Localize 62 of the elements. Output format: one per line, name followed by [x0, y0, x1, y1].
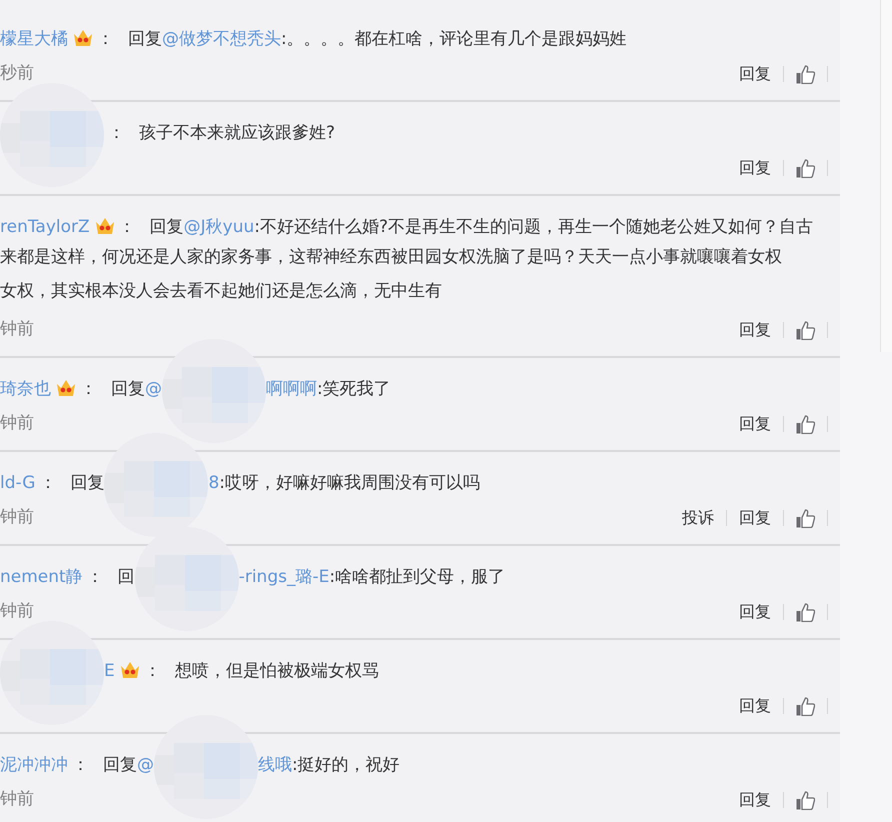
thumbs-up-icon[interactable] — [796, 508, 815, 528]
action-link[interactable]: 回复 — [739, 600, 771, 624]
username-link[interactable]: E — [104, 661, 115, 681]
timestamp: 秒前 — [0, 62, 34, 86]
comment-text: 回复 — [128, 29, 162, 49]
comment-text: 回复 — [150, 217, 184, 237]
timestamp: 钟前 — [0, 788, 34, 812]
thumbs-up-icon[interactable] — [796, 414, 815, 434]
comment-text: :不好还结什么婚?不是再生不生的问题，再生一个随她老公姓又如何？自古 — [254, 217, 814, 237]
comment-text: 回复 — [70, 473, 104, 493]
timestamp: 钟前 — [0, 600, 34, 624]
username-link[interactable]: renTaylorZ — [0, 217, 90, 237]
action-link[interactable]: 回复 — [739, 412, 771, 436]
colon-text: ： — [80, 379, 97, 399]
mention-link[interactable]: @ — [137, 755, 154, 775]
thumbs-up-icon[interactable] — [796, 320, 815, 340]
comment-text: 回复 — [111, 379, 145, 399]
colon-text: ： — [97, 29, 114, 49]
thumbs-up-icon[interactable] — [796, 158, 815, 178]
action-link[interactable]: 投诉 — [682, 506, 714, 530]
comment-text: :哎呀，好嘛好嘛我周围没有可以吗 — [219, 473, 480, 493]
colon-text: ： — [39, 473, 56, 493]
colon-text: ： — [118, 217, 136, 237]
action-link[interactable]: 回复 — [739, 318, 771, 342]
colon-text: ： — [86, 567, 104, 587]
timestamp: 钟前 — [0, 506, 34, 530]
mention-link[interactable]: 啊啊啊 — [266, 379, 317, 399]
action-link[interactable]: 回复 — [739, 62, 771, 86]
username-link[interactable]: 泥冲冲冲 — [0, 755, 68, 775]
mention-link[interactable]: @做梦不想秃头 — [162, 29, 281, 49]
thumbs-up-icon[interactable] — [796, 64, 815, 84]
action-link[interactable]: 回复 — [739, 788, 771, 812]
action-link[interactable]: 回复 — [739, 506, 771, 530]
comment-text: :。。。。都在杠啥，评论里有几个是跟妈妈姓 — [281, 29, 627, 49]
mention-link[interactable]: 线哦 — [258, 755, 292, 775]
mention-link[interactable]: 8 — [208, 473, 220, 493]
comment-text: :啥啥都扯到父母，服了 — [329, 567, 506, 587]
comment-text: 来都是这样，何况还是人家的家务事，这帮神经东西被田园女权洗脑了是吗？天天一点小事就嚷嚷着女权 — [0, 246, 783, 269]
mention-link[interactable]: @ — [145, 379, 162, 399]
mention-link[interactable]: -rings_璐-E — [238, 567, 330, 587]
colon-text: ： — [144, 661, 161, 681]
timestamp: 钟前 — [0, 318, 34, 342]
thumbs-up-icon[interactable] — [796, 696, 815, 716]
comment-text: :挺好的，祝好 — [292, 755, 400, 775]
mention-link[interactable]: @J秋yuu — [184, 217, 254, 237]
comment-text: 回 — [118, 567, 135, 587]
username-link[interactable]: 琦奈也 — [0, 379, 51, 399]
comment-text: 女权，其实根本没人会去看不起她们还是怎么滴，无中生有 — [0, 280, 443, 303]
timestamp: 钟前 — [0, 412, 34, 436]
username-link[interactable]: 檬星大橘 — [0, 29, 68, 49]
comment-text: 想喷，但是怕被极端女权骂 — [174, 661, 379, 681]
colon-text: ： — [108, 123, 125, 143]
thumbs-up-icon[interactable] — [796, 602, 815, 622]
comment-text: :笑死我了 — [317, 379, 391, 399]
action-link[interactable]: 回复 — [739, 694, 771, 718]
colon-text: ： — [72, 755, 89, 775]
action-link[interactable]: 回复 — [739, 156, 771, 180]
comment-text: 孩子不本来就应该跟爹姓? — [139, 123, 336, 143]
username-link[interactable]: nement静 — [0, 567, 83, 587]
username-link[interactable]: ld-G — [0, 473, 36, 493]
comment-text: 回复 — [103, 755, 137, 775]
thumbs-up-icon[interactable] — [796, 790, 815, 810]
